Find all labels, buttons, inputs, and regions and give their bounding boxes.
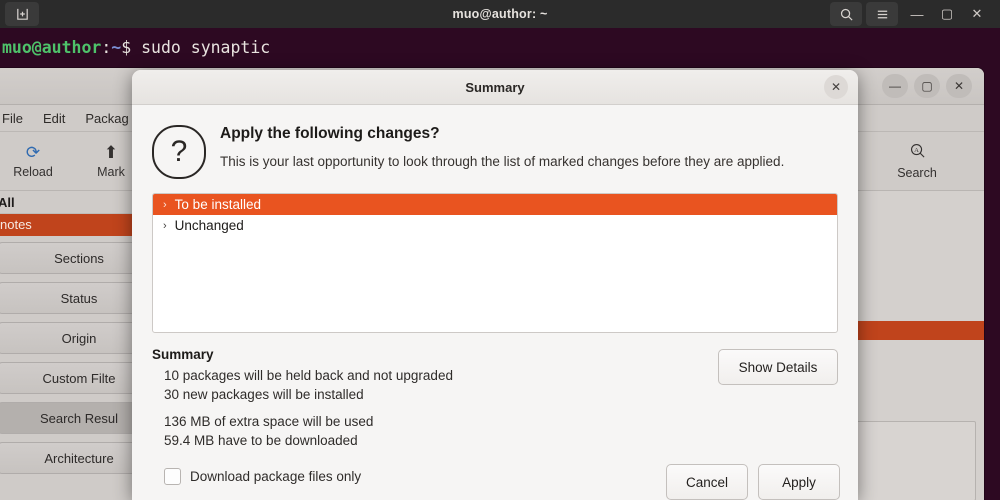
tree-item-unchanged[interactable]: › Unchanged <box>153 215 837 236</box>
dialog-message-area: ? Apply the following changes? This is y… <box>152 121 838 179</box>
synaptic-window-controls: — ▢ ✕ <box>882 74 972 98</box>
tree-item-to-be-installed[interactable]: › To be installed <box>153 194 837 215</box>
chevron-right-icon: › <box>163 219 167 232</box>
synaptic-minimize-button[interactable]: — <box>882 74 908 98</box>
synaptic-maximize-button[interactable]: ▢ <box>914 74 940 98</box>
download-only-label: Download package files only <box>190 469 362 484</box>
apply-button[interactable]: Apply <box>758 464 840 500</box>
terminal-titlebar: muo@author: ~ — ▢ ✕ <box>0 0 1000 28</box>
terminal-prompt-line: muo@author:~$ sudo synaptic <box>0 38 1000 58</box>
tree-item-label: Unchanged <box>174 218 244 233</box>
terminal-prompt-dollar: $ <box>121 38 132 57</box>
dialog-title: Summary <box>465 79 525 95</box>
terminal-prompt-path: ~ <box>111 38 122 57</box>
menu-package[interactable]: Packag <box>85 111 128 126</box>
dialog-body: ? Apply the following changes? This is y… <box>132 105 858 485</box>
dialog-titlebar: Summary ✕ <box>132 70 858 105</box>
chevron-right-icon: › <box>163 198 167 211</box>
dialog-heading: Apply the following changes? <box>220 125 440 142</box>
tree-item-label: To be installed <box>174 197 261 212</box>
synaptic-close-button[interactable]: ✕ <box>946 74 972 98</box>
toolbar-mark-label: Mark <box>97 164 125 179</box>
svg-text:A: A <box>914 147 919 154</box>
changes-tree[interactable]: › To be installed › Unchanged <box>152 193 838 333</box>
summary-section: Summary 10 packages will be held back an… <box>152 347 838 450</box>
mark-upgrades-icon: ⬆ <box>103 142 119 162</box>
summary-line: 30 new packages will be installed <box>164 387 364 402</box>
summary-text-block: Summary 10 packages will be held back an… <box>152 347 718 450</box>
summary-line: 10 packages will be held back and not up… <box>164 368 453 383</box>
download-only-checkbox[interactable] <box>164 468 181 485</box>
dialog-action-buttons: Cancel Apply <box>666 464 840 500</box>
close-icon[interactable]: ✕ <box>824 75 848 99</box>
terminal-title: muo@author: ~ <box>452 7 548 21</box>
terminal-prompt-user: muo@author <box>2 38 102 57</box>
toolbar-search-label: Search <box>897 166 937 180</box>
toolbar-reload-label: Reload <box>13 164 53 179</box>
show-details-button[interactable]: Show Details <box>718 349 838 385</box>
terminal-prompt-colon: : <box>101 38 112 57</box>
menu-edit[interactable]: Edit <box>43 111 65 126</box>
cancel-button[interactable]: Cancel <box>666 464 748 500</box>
search-icon: A <box>909 142 926 162</box>
dialog-subheading: This is your last opportunity to look th… <box>220 154 785 169</box>
toolbar-reload-button[interactable]: ⟳ Reload <box>0 144 72 179</box>
menu-file[interactable]: File <box>2 111 23 126</box>
summary-title: Summary <box>152 347 214 362</box>
summary-line: 59.4 MB have to be downloaded <box>164 433 358 448</box>
reload-icon: ⟳ <box>25 142 41 162</box>
summary-line: 136 MB of extra space will be used <box>164 414 374 429</box>
screen: muo@author: ~ — ▢ ✕ muo@author:~$ sudo s… <box>0 0 1000 500</box>
summary-dialog: Summary ✕ ? Apply the following changes?… <box>132 70 858 500</box>
question-mark-icon: ? <box>152 125 206 179</box>
terminal-command: sudo synaptic <box>131 38 271 57</box>
toolbar-search-button[interactable]: A Search <box>878 142 956 180</box>
